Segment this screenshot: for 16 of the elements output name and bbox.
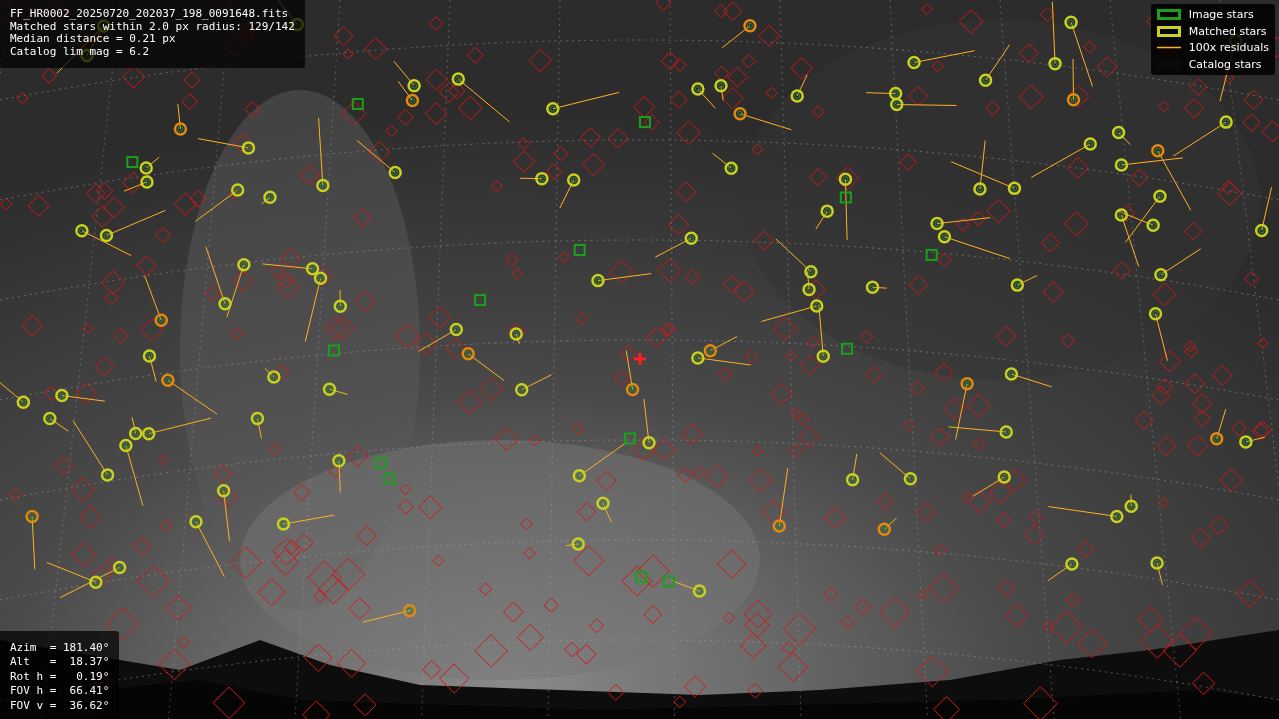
info-text: Median distance = 0.21 px	[10, 33, 177, 46]
pointing-text: Rot h = 0.19°	[10, 669, 110, 684]
residual-line-icon	[1156, 46, 1181, 50]
pointing-text: Alt = 18.37°	[10, 655, 110, 670]
info-text: Matched stars within 2.0 px radius: 129/142	[10, 20, 295, 33]
pointing-text: FOV h = 66.41°	[10, 684, 110, 699]
matched-star-marker-icon	[1156, 25, 1181, 37]
image-star-marker-icon	[1156, 9, 1181, 21]
info-text: FF_HR0002_20250720_202037_198_0091648.fits	[10, 8, 290, 21]
legend-label: Image stars	[1188, 8, 1254, 22]
legend-label: 100x residuals	[1188, 41, 1269, 55]
legend-label: Matched stars	[1188, 24, 1267, 38]
legend-label: Catalog stars	[1188, 57, 1262, 71]
pointing-text: Azim = 181.40°	[10, 640, 110, 655]
pointing-text: FOV v = 36.62°	[10, 698, 110, 713]
info-text: Catalog lim mag = 6.2	[10, 45, 151, 58]
